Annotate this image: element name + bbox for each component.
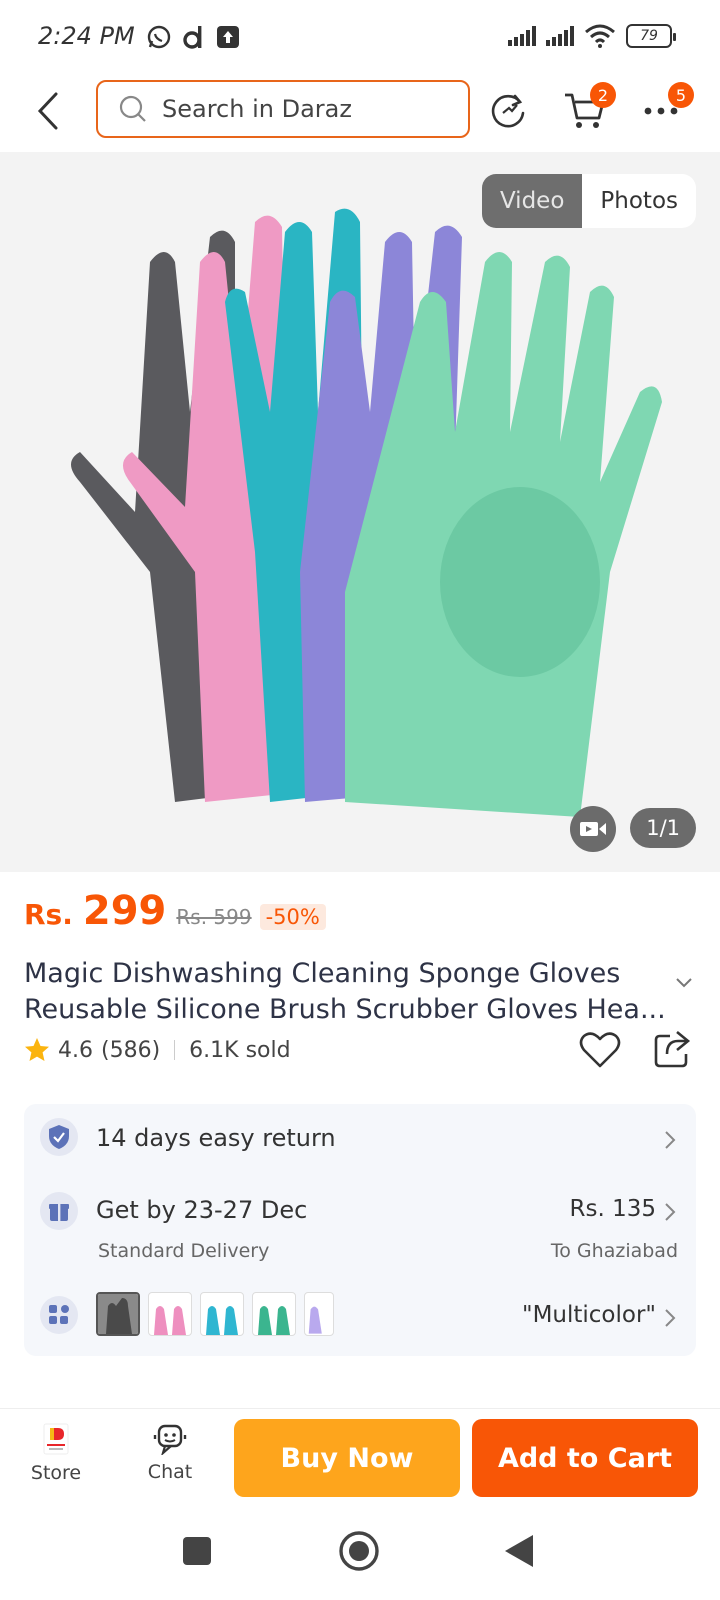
delivery-estimate: Get by 23-27 Dec [96, 1196, 308, 1224]
store-logo-icon [43, 1423, 69, 1455]
triangle-back-icon [505, 1535, 533, 1567]
price-row: Rs. 299 Rs. 599 -50% [24, 888, 326, 938]
product-image [71, 208, 662, 817]
wifi-icon [585, 24, 615, 48]
cart-badge: 2 [590, 82, 616, 108]
system-navigation-bar [0, 1500, 720, 1600]
chevron-right-icon [665, 1203, 676, 1221]
daraz-d-icon [183, 26, 202, 49]
status-time: 2:24 PM [38, 22, 135, 50]
chevron-right-icon [665, 1309, 676, 1327]
variant-swatch[interactable] [304, 1292, 334, 1336]
share-icon [654, 1030, 691, 1068]
buy-now-button[interactable]: Buy Now [234, 1419, 460, 1497]
cart-button[interactable]: 2 [560, 82, 616, 136]
star-icon [25, 1038, 49, 1061]
selected-variant: "Multicolor" [521, 1302, 656, 1328]
bottom-action-bar: Store Chat Buy Now Add to Cart [0, 1408, 720, 1497]
tab-photos[interactable]: Photos [582, 174, 696, 228]
current-price: 299 [82, 888, 167, 934]
recents-button[interactable] [172, 1526, 222, 1576]
variant-swatches [96, 1292, 334, 1336]
upload-notification-icon [217, 26, 239, 48]
review-count: (586) [101, 1037, 161, 1063]
back-nav-button[interactable] [494, 1526, 544, 1576]
product-title[interactable]: Magic Dishwashing Cleaning Sponge Gloves… [24, 956, 664, 1028]
refresh-button[interactable] [484, 86, 534, 136]
whatsapp-icon [147, 25, 171, 49]
share-button[interactable] [650, 1028, 694, 1072]
wishlist-button[interactable] [578, 1028, 622, 1072]
rating-value: 4.6 [58, 1037, 93, 1063]
search-icon [119, 95, 146, 122]
store-label: Store [30, 1462, 82, 1484]
chat-label: Chat [147, 1461, 193, 1483]
currency-label: Rs. [24, 898, 73, 931]
home-button[interactable] [334, 1526, 384, 1576]
more-badge: 5 [668, 82, 694, 108]
gift-box-icon [40, 1192, 78, 1230]
top-bar: Search in Daraz 2 5 [0, 76, 720, 148]
notification-icons [146, 24, 240, 50]
product-image-gallery[interactable]: Video Photos 1/1 [0, 152, 720, 872]
variant-swatch[interactable] [96, 1292, 140, 1336]
chat-icon [153, 1424, 187, 1455]
add-to-cart-button[interactable]: Add to Cart [472, 1419, 698, 1497]
sold-count: 6.1K sold [189, 1037, 291, 1063]
return-policy-text: 14 days easy return [96, 1124, 336, 1152]
store-button[interactable]: Store [16, 1413, 96, 1493]
discount-badge: -50% [259, 904, 326, 930]
signal-icon-2 [546, 26, 574, 46]
heart-icon [579, 1032, 621, 1068]
shield-check-icon [40, 1118, 78, 1156]
variant-swatch[interactable] [252, 1292, 296, 1336]
circle-icon [339, 1531, 379, 1571]
more-menu-button[interactable]: 5 [636, 82, 694, 136]
battery-indicator: 79 [626, 24, 676, 48]
search-placeholder: Search in Daraz [162, 95, 352, 123]
chevron-left-icon [37, 92, 58, 130]
search-input[interactable]: Search in Daraz [96, 80, 470, 138]
chat-button[interactable]: Chat [130, 1413, 210, 1493]
chevron-right-icon [665, 1131, 676, 1149]
video-camera-icon [580, 822, 606, 836]
status-bar: 2:24 PM 79 [0, 0, 720, 76]
variants-grid-icon [40, 1296, 78, 1334]
more-dots-icon [644, 107, 678, 115]
delivery-type: Standard Delivery [98, 1240, 270, 1262]
square-icon [183, 1537, 211, 1565]
tab-video[interactable]: Video [481, 174, 583, 228]
system-icons: 79 [508, 24, 676, 48]
play-video-button[interactable] [570, 806, 616, 852]
variant-swatch[interactable] [148, 1292, 192, 1336]
product-title-line-1: Magic Dishwashing Cleaning Sponge Gloves [24, 958, 621, 989]
divider [174, 1040, 176, 1060]
service-info-card: 14 days easy return Get by 23-27 Dec Sta… [24, 1104, 696, 1356]
delivery-fee: Rs. 135 [569, 1196, 657, 1222]
delivery-location: To Ghaziabad [550, 1240, 678, 1262]
variant-swatch[interactable] [200, 1292, 244, 1336]
refresh-icon [491, 94, 525, 128]
image-counter: 1/1 [630, 808, 696, 848]
media-tabs: Video Photos [481, 174, 696, 228]
rating-row[interactable]: 4.6 (586) 6.1K sold [24, 1030, 291, 1070]
back-button[interactable] [28, 86, 68, 136]
signal-icon [508, 26, 536, 46]
chevron-down-icon[interactable] [672, 970, 696, 994]
original-price: Rs. 599 [176, 905, 252, 929]
product-title-line-2: Reusable Silicone Brush Scrubber Gloves … [24, 994, 664, 1025]
